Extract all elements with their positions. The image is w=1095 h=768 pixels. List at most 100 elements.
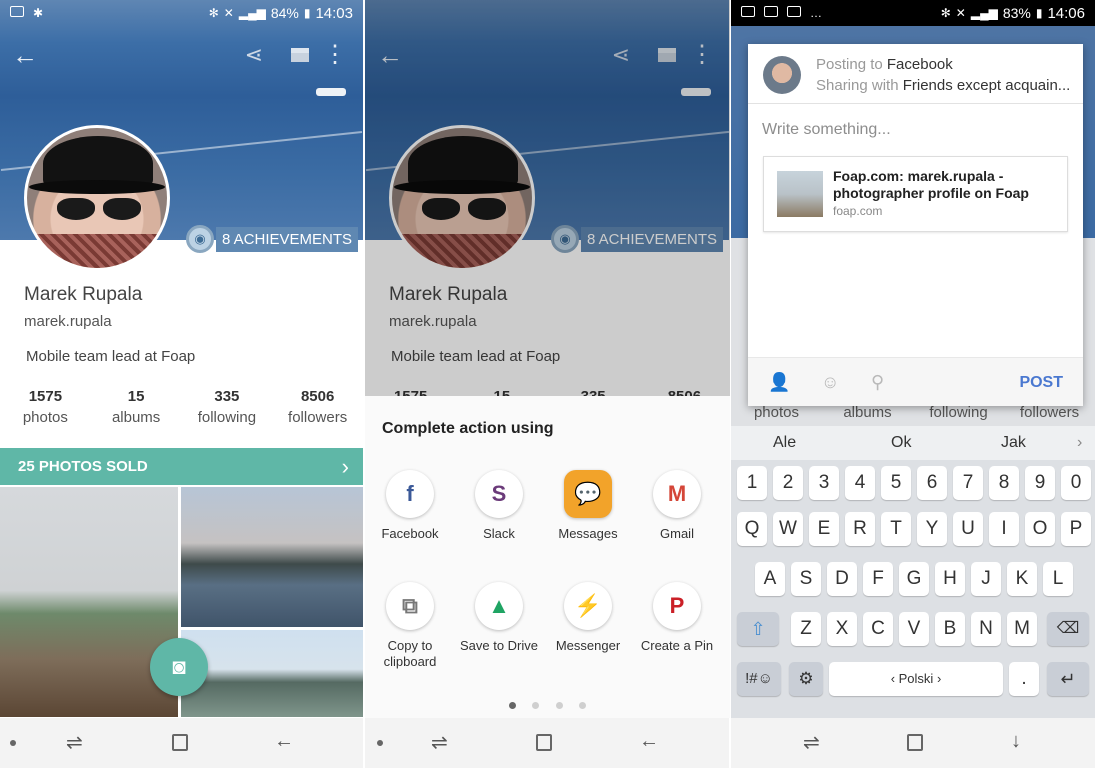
share-target-label: Slack (483, 526, 515, 541)
avatar[interactable] (24, 125, 170, 271)
profile-screen: ✱ ✻ ✕ ▂▄▆ 84% ▮ 14:03 ← ⋖ ⋮ ◉ 8 ACHIEVEM… (0, 0, 363, 768)
key-4[interactable]: 4 (845, 466, 875, 500)
camera-fab[interactable]: ◙ (150, 638, 208, 696)
backspace-key[interactable]: ⌫ (1047, 612, 1089, 646)
share-target-facebook[interactable]: f Facebook (365, 470, 455, 542)
share-target-drive[interactable]: ▲ Save to Drive (454, 582, 544, 654)
photo-thumbnail[interactable] (181, 630, 363, 717)
link-preview-card[interactable]: Foap.com: marek.rupala - photographer pr… (763, 156, 1068, 232)
chevron-right-icon[interactable]: › (1077, 434, 1082, 452)
achievements-badge[interactable]: ◉ 8 ACHIEVEMENTS (186, 225, 359, 253)
home-icon[interactable] (907, 734, 923, 751)
stat-albums[interactable]: 15 albums (91, 388, 182, 426)
back-arrow-icon[interactable]: ← (12, 40, 38, 70)
post-button[interactable]: POST (1019, 374, 1063, 392)
key-o[interactable]: O (1025, 512, 1055, 546)
layout-toggle-icon[interactable] (291, 48, 309, 62)
photo-thumbnail[interactable] (0, 487, 178, 717)
key-d[interactable]: D (827, 562, 857, 596)
stat-following[interactable]: 335 following (182, 388, 273, 426)
key-5[interactable]: 5 (881, 466, 911, 500)
key-7[interactable]: 7 (953, 466, 983, 500)
photo-thumbnail[interactable] (181, 487, 363, 627)
scrim-overlay[interactable] (365, 0, 730, 396)
key-y[interactable]: Y (917, 512, 947, 546)
stat-photos[interactable]: 1575 photos (0, 388, 91, 426)
tag-people-icon[interactable]: 👤 (768, 372, 790, 393)
key-q[interactable]: Q (737, 512, 767, 546)
key-g[interactable]: G (899, 562, 929, 596)
key-p[interactable]: P (1061, 512, 1091, 546)
share-target-label: Copy to clipboard (383, 638, 437, 669)
key-z[interactable]: Z (791, 612, 821, 646)
battery-icon: ▮ (1035, 6, 1043, 20)
key-f[interactable]: F (863, 562, 893, 596)
photos-sold-label: 25 PHOTOS SOLD (18, 458, 148, 475)
key-3[interactable]: 3 (809, 466, 839, 500)
photos-sold-banner[interactable]: 25 PHOTOS SOLD › (0, 448, 363, 485)
share-target-messages[interactable]: 💬 Messages (543, 470, 633, 542)
stat-followers[interactable]: 8506 followers (272, 388, 363, 426)
share-target-slack[interactable]: S Slack (454, 470, 544, 542)
share-target-messenger[interactable]: ⚡ Messenger (543, 582, 633, 654)
location-icon[interactable]: ⚲ (871, 372, 884, 393)
key-8[interactable]: 8 (989, 466, 1019, 500)
key-r[interactable]: R (845, 512, 875, 546)
settings-gear-icon[interactable]: ⚙ (789, 662, 823, 696)
shift-key[interactable]: ⇧ (737, 612, 779, 646)
key-s[interactable]: S (791, 562, 821, 596)
system-nav-bar: ⇌ ← (0, 718, 363, 768)
key-m[interactable]: M (1007, 612, 1037, 646)
key-c[interactable]: C (863, 612, 893, 646)
share-target-gmail[interactable]: M Gmail (632, 470, 722, 542)
key-2[interactable]: 2 (773, 466, 803, 500)
key-l[interactable]: L (1043, 562, 1073, 596)
hide-keyboard-icon[interactable]: ↓ (1011, 730, 1021, 753)
key-u[interactable]: U (953, 512, 983, 546)
symbols-key[interactable]: !#☺ (737, 662, 781, 696)
enter-key[interactable]: ↵ (1047, 662, 1089, 696)
home-icon[interactable] (536, 734, 552, 751)
share-target-pinterest[interactable]: P Create a Pin (632, 582, 722, 654)
key-9[interactable]: 9 (1025, 466, 1055, 500)
share-target-label: Create a Pin (640, 638, 714, 653)
recents-icon[interactable]: ⇌ (431, 730, 448, 755)
key-n[interactable]: N (971, 612, 1001, 646)
audience-selector[interactable]: Sharing with Friends except acquain... (816, 77, 1070, 94)
key-b[interactable]: B (935, 612, 965, 646)
suggestion[interactable]: Jak (1001, 434, 1026, 452)
post-text-input[interactable]: Write something... (762, 121, 891, 139)
back-icon[interactable]: ← (274, 730, 294, 753)
share-target-clipboard[interactable]: ⧉ Copy to clipboard (365, 582, 455, 670)
key-j[interactable]: J (971, 562, 1001, 596)
home-icon[interactable] (172, 734, 188, 751)
period-key[interactable]: . (1009, 662, 1039, 696)
key-0[interactable]: 0 (1061, 466, 1091, 500)
key-i[interactable]: I (989, 512, 1019, 546)
more-vert-icon[interactable]: ⋮ (323, 40, 347, 70)
key-x[interactable]: X (827, 612, 857, 646)
profile-name: Marek Rupala (24, 284, 143, 305)
key-e[interactable]: E (809, 512, 839, 546)
recents-icon[interactable]: ⇌ (66, 730, 83, 755)
suggestion[interactable]: Ok (891, 434, 911, 452)
key-1[interactable]: 1 (737, 466, 767, 500)
share-target-label: Gmail (660, 526, 694, 541)
key-w[interactable]: W (773, 512, 803, 546)
key-k[interactable]: K (1007, 562, 1037, 596)
key-h[interactable]: H (935, 562, 965, 596)
suggestion[interactable]: Ale (773, 434, 796, 452)
back-icon[interactable]: ← (639, 730, 659, 753)
key-6[interactable]: 6 (917, 466, 947, 500)
achievements-label: 8 ACHIEVEMENTS (216, 226, 359, 252)
stat-number: 8506 (300, 388, 335, 405)
space-bar[interactable]: ‹ Polski › (829, 662, 1003, 696)
recents-icon[interactable]: ⇌ (803, 730, 820, 755)
key-v[interactable]: V (899, 612, 929, 646)
signal-icon: ▂▄▆ (238, 6, 266, 20)
share-icon[interactable]: ⋖ (245, 42, 263, 68)
key-a[interactable]: A (755, 562, 785, 596)
stat-label: following (197, 409, 257, 426)
emoji-icon[interactable]: ☺ (821, 372, 839, 393)
key-t[interactable]: T (881, 512, 911, 546)
